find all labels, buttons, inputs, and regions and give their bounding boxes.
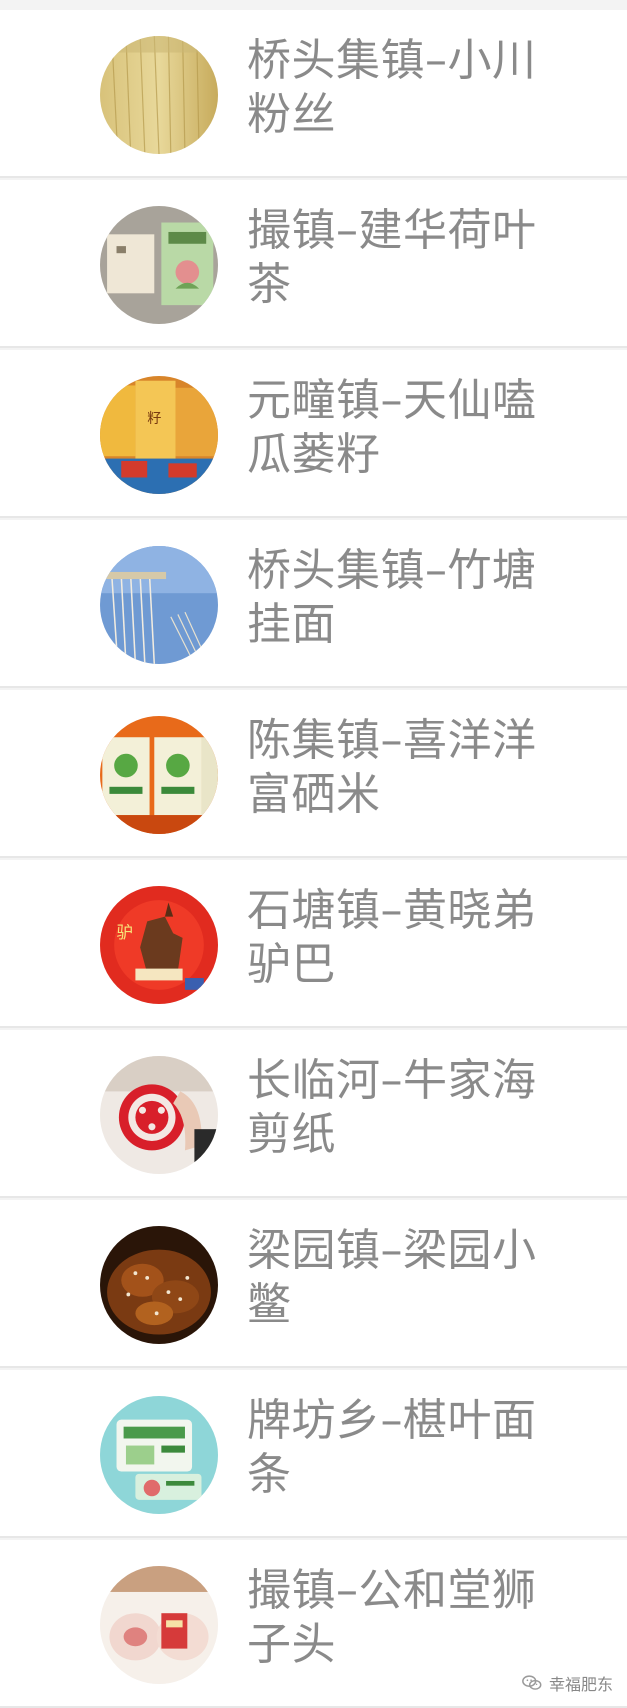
list-item[interactable]: 撮镇–建华荷叶茶 xyxy=(0,180,627,348)
lion-head-photo-icon xyxy=(100,1566,218,1684)
list-item[interactable]: 长临河–牛家海剪纸 xyxy=(0,1030,627,1198)
lotus-tea-photo-icon xyxy=(100,206,218,324)
watermark-text: 幸福肥东 xyxy=(548,1675,613,1694)
mulberry-noodles-photo-icon xyxy=(100,1396,218,1514)
product-list: 桥头集镇–小川粉丝 撮镇–建华荷叶茶 籽 元疃镇–天仙嗑瓜蒌籽 桥头集镇–竹塘挂… xyxy=(0,10,627,1708)
item-title: 梁园镇–梁园小鳖 xyxy=(247,1225,537,1330)
item-title: 陈集镇–喜洋洋富硒米 xyxy=(247,715,537,820)
top-strip xyxy=(0,0,627,10)
page: 桥头集镇–小川粉丝 撮镇–建华荷叶茶 籽 元疃镇–天仙嗑瓜蒌籽 桥头集镇–竹塘挂… xyxy=(0,0,627,1708)
item-title: 桥头集镇–竹塘挂面 xyxy=(247,545,537,650)
list-item[interactable]: 陈集镇–喜洋洋富硒米 xyxy=(0,690,627,858)
item-title: 石塘镇–黄晓弟驴巴 xyxy=(247,885,537,990)
item-title: 撮镇–建华荷叶茶 xyxy=(247,205,537,310)
turtle-dish-photo-icon xyxy=(100,1226,218,1344)
list-item[interactable]: 籽 元疃镇–天仙嗑瓜蒌籽 xyxy=(0,350,627,518)
list-item[interactable]: 桥头集镇–竹塘挂面 xyxy=(0,520,627,688)
svg-text:驴: 驴 xyxy=(117,923,133,942)
item-title: 长临河–牛家海剪纸 xyxy=(247,1055,537,1160)
paper-cutting-photo-icon xyxy=(100,1056,218,1174)
item-title: 元疃镇–天仙嗑瓜蒌籽 xyxy=(247,375,537,480)
hanging-noodles-photo-icon xyxy=(100,546,218,664)
melon-seeds-photo-icon: 籽 xyxy=(100,376,218,494)
item-title: 撮镇–公和堂狮子头 xyxy=(247,1565,537,1670)
selenium-rice-photo-icon xyxy=(100,716,218,834)
svg-text:籽: 籽 xyxy=(147,411,161,427)
list-item[interactable]: 驴 石塘镇–黄晓弟驴巴 xyxy=(0,860,627,1028)
vermicelli-photo-icon xyxy=(100,36,218,154)
list-item[interactable]: 桥头集镇–小川粉丝 xyxy=(0,10,627,178)
watermark: 幸福肥东 xyxy=(521,1670,613,1696)
list-item[interactable]: 梁园镇–梁园小鳖 xyxy=(0,1200,627,1368)
wechat-icon xyxy=(521,1672,543,1694)
donkey-meat-photo-icon: 驴 xyxy=(100,886,218,1004)
item-title: 牌坊乡–椹叶面条 xyxy=(247,1395,537,1500)
list-item[interactable]: 牌坊乡–椹叶面条 xyxy=(0,1370,627,1538)
item-title: 桥头集镇–小川粉丝 xyxy=(247,35,537,140)
